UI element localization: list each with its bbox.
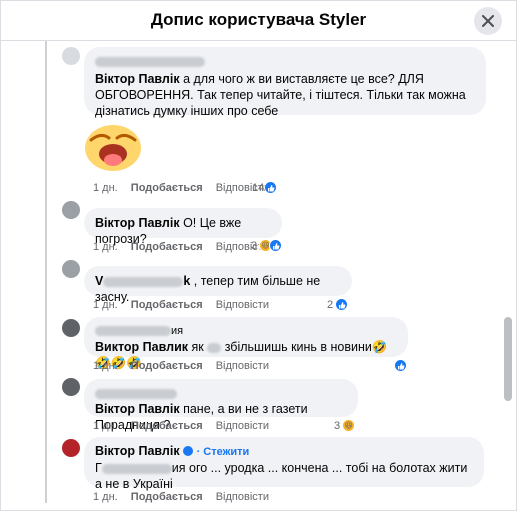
reaction-count[interactable]: 2 [327,298,349,311]
avatar[interactable] [62,319,80,337]
reaction-count[interactable] [394,359,407,372]
dialog-header: Допис користувача Styler [1,1,516,41]
like-reaction-icon [335,298,349,311]
avatar[interactable] [62,439,80,457]
close-button[interactable] [474,7,502,35]
redacted-text [207,342,222,353]
like-reaction-icon [264,181,278,194]
thread-line [45,41,47,503]
reaction-count[interactable]: 3 😆 [251,239,283,252]
comment-time[interactable]: 1 дн. [93,299,118,311]
comment-actions: 1 дн. Подобається Відповісти [93,299,279,311]
verified-icon [183,446,194,456]
comment-bubble: ия Виктор Павлик як збільшишь кинь в нов… [84,317,408,370]
comment-bubble: Віктор Павлік · Стежити Гия ого ... урод… [84,437,484,491]
reply-button[interactable]: Відповісти [216,491,269,503]
comment-actions: 1 дн. Подобається Відповісти [93,420,279,432]
post-dialog: Допис користувача Styler Віктор Павлік а… [0,0,517,511]
like-button[interactable]: Подобається [131,182,203,194]
comment-actions: 1 дн. Подобається Відповісти [93,360,279,372]
reaction-count[interactable]: 3 😆 [334,419,356,432]
haha-reaction-icon: 😆 [342,419,356,432]
reply-button[interactable]: Відповісти [216,299,269,311]
redacted-text [101,463,172,474]
redacted-name [95,56,205,67]
close-icon [482,15,494,27]
like-button[interactable]: Подобається [131,420,203,432]
redacted-name [103,276,184,287]
like-reaction-icon [394,359,407,372]
comment-bubble: Віктор Павлік О! Це вже погрози? [84,208,282,246]
like-button[interactable]: Подобається [131,360,203,372]
comment-time[interactable]: 1 дн. [93,491,118,503]
comment-author[interactable]: V [95,274,103,288]
comment-actions: 1 дн. Подобається Відповісти [93,491,279,503]
comment-bubble: Віктор Павлік пане, а ви не з газети Пор… [84,379,358,432]
comment-time[interactable]: 1 дн. [93,182,118,194]
comment-time[interactable]: 1 дн. [93,360,118,372]
comment-author[interactable]: Віктор Павлік [95,402,180,416]
comment-time[interactable]: 1 дн. [93,241,118,253]
reply-button[interactable]: Відповісти [216,420,269,432]
like-button[interactable]: Подобається [131,491,203,503]
reaction-count[interactable]: 14 [252,181,278,194]
avatar[interactable] [62,201,80,219]
redacted-name [95,388,177,399]
avatar[interactable] [62,260,80,278]
comment-bubble: Віктор Павлік а для чого ж ви виставляєт… [84,47,486,118]
avatar[interactable] [62,378,80,396]
scrollbar-thumb[interactable] [504,317,512,401]
comment-author[interactable]: Віктор Павлік [95,444,180,458]
like-button[interactable]: Подобається [131,299,203,311]
comment-text: збільшишь кинь в новини [224,340,372,354]
follow-button[interactable]: · Стежити [197,446,250,458]
redacted-name [95,325,171,336]
reply-button[interactable]: Відповісти [216,360,269,372]
like-button[interactable]: Подобається [131,241,203,253]
comment-time[interactable]: 1 дн. [93,420,118,432]
laughing-sticker [85,125,141,171]
dialog-title: Допис користувача Styler [150,10,367,29]
like-reaction-icon [269,239,283,252]
comment-bubble: Vk , тепер тим більше не засну. [84,266,352,304]
comment-author[interactable]: Віктор Павлік [95,216,180,230]
comment-author[interactable]: Віктор Павлік [95,72,180,86]
comment-author[interactable]: Виктор Павлик [95,340,188,354]
avatar[interactable] [62,47,80,65]
